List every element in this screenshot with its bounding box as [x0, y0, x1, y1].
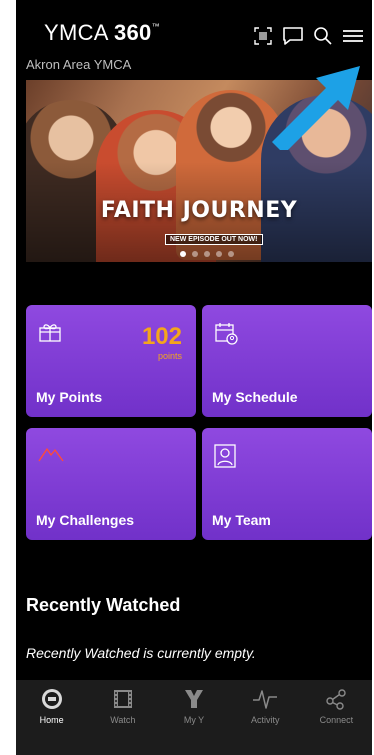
- carousel-dot[interactable]: [228, 251, 234, 257]
- tile-label: My Points: [36, 389, 103, 405]
- search-icon[interactable]: [312, 25, 334, 47]
- pulse-icon: [253, 690, 278, 709]
- nav-label: Activity: [250, 715, 280, 725]
- header-actions: [252, 25, 364, 47]
- bottom-nav: Home Watch My Y Activity Connect: [16, 680, 372, 755]
- team-icon: [214, 444, 236, 473]
- carousel-dots: [180, 251, 234, 257]
- nav-connect[interactable]: Connect: [301, 680, 372, 755]
- points-unit: points: [157, 351, 182, 361]
- carousel-dot[interactable]: [192, 251, 198, 257]
- home-360-icon: [41, 689, 62, 709]
- nav-watch[interactable]: Watch: [87, 680, 158, 755]
- brand-logo: YMCA 360™: [44, 20, 160, 46]
- film-icon: [113, 690, 132, 708]
- my-points-tile[interactable]: 102 points My Points: [26, 305, 196, 417]
- share-icon: [326, 689, 347, 710]
- nav-label: Watch: [110, 715, 136, 725]
- calendar-user-icon: [214, 321, 238, 350]
- nav-label: Home: [39, 715, 64, 725]
- annotation-arrow-icon: [272, 66, 360, 150]
- hero-badge: NEW EPISODE OUT NOW!: [165, 234, 263, 245]
- tile-label: My Schedule: [212, 389, 298, 405]
- branch-name: Akron Area YMCA: [26, 57, 132, 72]
- hero-title: FAITH JOURNEY: [100, 198, 298, 223]
- gift-icon: [38, 321, 62, 348]
- brand-bold: 360: [113, 20, 152, 45]
- tile-label: My Team: [212, 512, 271, 528]
- my-challenges-tile[interactable]: My Challenges: [26, 428, 196, 540]
- nav-home[interactable]: Home: [16, 680, 87, 755]
- y-logo-icon: [185, 690, 203, 708]
- carousel-dot[interactable]: [180, 251, 186, 257]
- nav-my-y[interactable]: My Y: [158, 680, 229, 755]
- recently-watched-empty: Recently Watched is currently empty.: [26, 645, 256, 661]
- nav-activity[interactable]: Activity: [230, 680, 301, 755]
- carousel-dot[interactable]: [216, 251, 222, 257]
- app-screen: YMCA 360™ Akron Area YMCA FAITH JOURNEY …: [16, 0, 372, 755]
- brand-prefix: YMCA: [44, 20, 108, 45]
- points-value: 102: [141, 323, 182, 350]
- nav-label: My Y: [183, 715, 205, 725]
- recently-watched-title: Recently Watched: [26, 595, 181, 615]
- barcode-scan-icon[interactable]: [252, 25, 274, 47]
- tile-label: My Challenges: [36, 512, 135, 528]
- brand-trademark: ™: [151, 22, 160, 31]
- mountain-icon: [38, 444, 64, 467]
- my-schedule-tile[interactable]: My Schedule: [202, 305, 372, 417]
- my-team-tile[interactable]: My Team: [202, 428, 372, 540]
- nav-label: Connect: [319, 715, 354, 725]
- chat-icon[interactable]: [282, 25, 304, 47]
- menu-icon[interactable]: [342, 25, 364, 47]
- carousel-dot[interactable]: [204, 251, 210, 257]
